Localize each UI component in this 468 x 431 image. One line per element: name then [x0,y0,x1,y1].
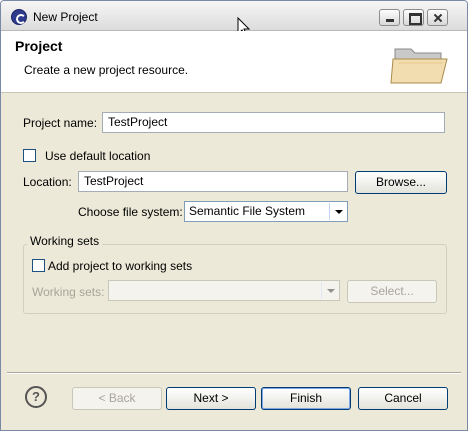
new-project-dialog: New Project Project Create a new project… [0,0,468,431]
dropdown-arrow-icon [329,203,346,220]
minimize-button[interactable] [379,9,400,26]
working-sets-group-title: Working sets [27,234,103,248]
close-button[interactable] [427,9,448,26]
project-name-label: Project name: [23,116,98,130]
maximize-button[interactable] [403,9,424,26]
use-default-location-checkbox[interactable] [23,149,36,162]
add-to-working-sets-label: Add project to working sets [48,259,193,273]
page-description: Create a new project resource. [24,63,189,77]
working-sets-combo[interactable] [108,280,340,301]
title-bar[interactable]: New Project [1,1,467,31]
working-sets-label: Working sets: [32,285,105,299]
browse-button[interactable]: Browse... [355,171,447,194]
add-to-working-sets-checkbox[interactable] [32,259,45,272]
finish-button[interactable]: Finish [261,387,351,410]
wizard-banner: Project Create a new project resource. [1,31,467,93]
page-title: Project [15,38,63,54]
eclipse-app-icon [11,9,27,25]
file-system-selected-value: Semantic File System [189,204,306,218]
footer-separator [7,372,461,374]
open-folder-icon [390,48,448,84]
back-button[interactable]: < Back [72,387,162,410]
location-label: Location: [23,175,72,189]
cancel-button[interactable]: Cancel [358,387,448,410]
dropdown-arrow-icon [321,282,338,299]
working-sets-group [23,244,447,314]
help-icon[interactable]: ? [25,386,47,408]
choose-file-system-label: Choose file system: [78,205,183,219]
project-name-input[interactable]: TestProject [102,112,445,133]
window-title: New Project [33,10,98,24]
file-system-select[interactable]: Semantic File System [184,201,348,222]
location-input[interactable]: TestProject [78,171,348,192]
use-default-location-label: Use default location [45,149,151,163]
select-working-sets-button[interactable]: Select... [347,280,437,303]
next-button[interactable]: Next > [166,387,256,410]
